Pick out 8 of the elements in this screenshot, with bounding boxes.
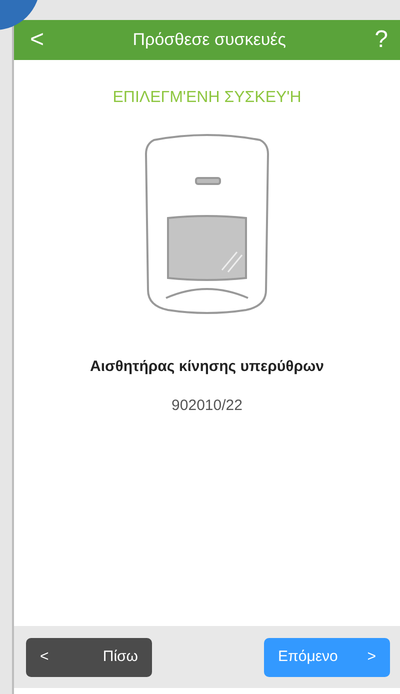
back-button[interactable]: < Πίσω (26, 638, 152, 676)
device-name: Αισθητήρας κίνησης υπερύθρων (88, 357, 326, 377)
next-button[interactable]: Επόμενο > (264, 638, 390, 676)
back-button[interactable]: < (30, 28, 44, 52)
screen-title: Πρόσθεσε συσκευές (132, 29, 286, 52)
section-title: ΕΠΙΛΕΓΜ'ΕΝΗ ΣΥΣΚΕΥ'Η (112, 88, 302, 108)
help-button[interactable]: ? (374, 28, 388, 52)
device-code: 902010/22 (170, 396, 244, 416)
